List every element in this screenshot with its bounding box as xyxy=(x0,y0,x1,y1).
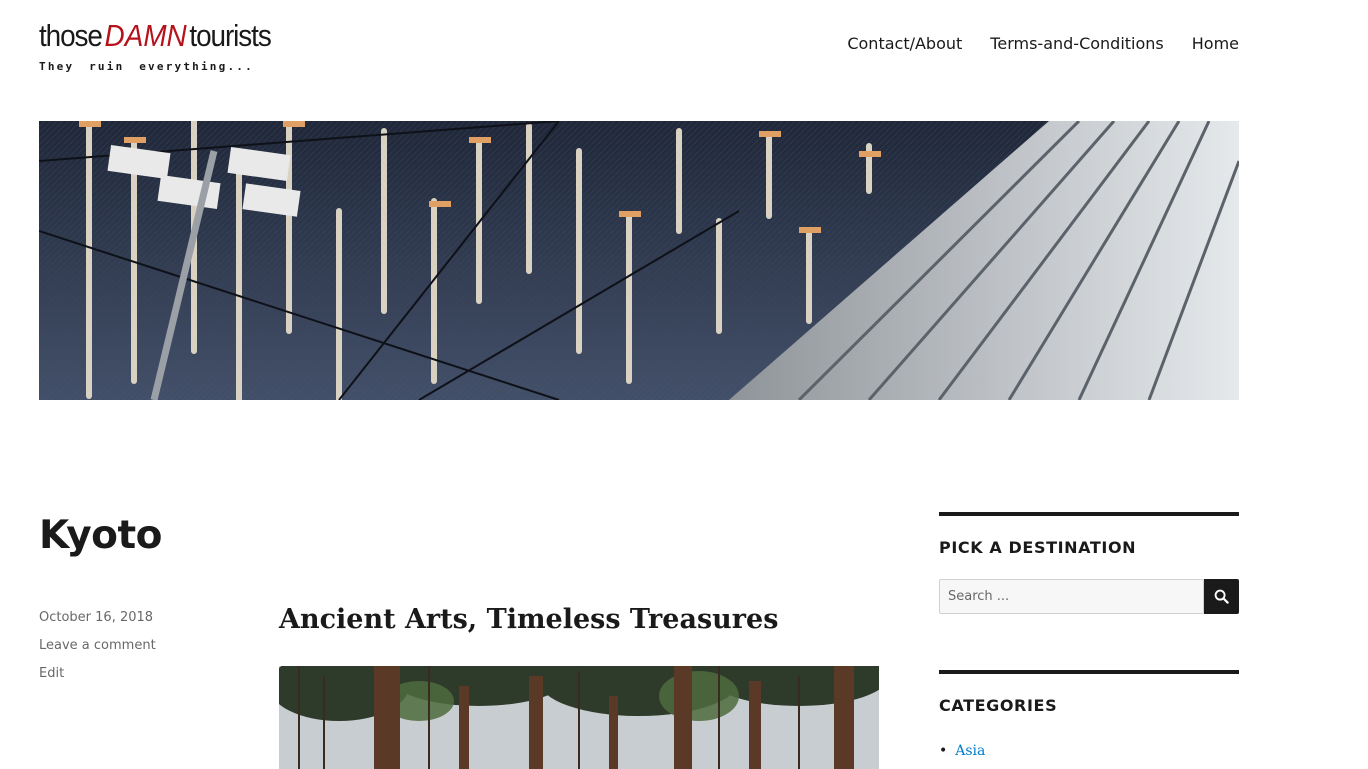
search-input[interactable] xyxy=(939,579,1204,614)
edit-post-link[interactable]: Edit xyxy=(39,660,156,688)
nav-terms-and-conditions[interactable]: Terms-and-Conditions xyxy=(990,33,1163,55)
logo-wordmark: thoseDAMNtourists xyxy=(39,18,272,54)
search-icon xyxy=(1214,589,1229,604)
logo-text-those: those xyxy=(39,18,103,53)
category-link-asia[interactable]: Asia xyxy=(955,743,985,759)
main-navigation: Contact/About Terms-and-Conditions Home xyxy=(847,33,1239,55)
header-image xyxy=(39,121,1239,400)
pick-destination-title: PICK A DESTINATION xyxy=(939,538,1137,557)
post-date-link[interactable]: October 16, 2018 xyxy=(39,604,156,632)
post-image xyxy=(279,666,879,769)
list-item: Asia xyxy=(939,739,985,763)
entry-title: Ancient Arts, Timeless Treasures xyxy=(279,604,779,635)
categories-title: CATEGORIES xyxy=(939,696,1058,715)
nav-home[interactable]: Home xyxy=(1192,33,1239,55)
logo-text-tourists: tourists xyxy=(189,18,271,53)
pick-destination-widget: PICK A DESTINATION xyxy=(939,512,1239,614)
leave-comment-link[interactable]: Leave a comment xyxy=(39,632,156,660)
nav-contact-about[interactable]: Contact/About xyxy=(847,33,962,55)
site-tagline: They ruin everything... xyxy=(39,60,254,73)
logo-text-damn: DAMN xyxy=(104,18,187,53)
category-list: Asia xyxy=(939,739,985,763)
page-title: Kyoto xyxy=(39,513,162,558)
search-button[interactable] xyxy=(1204,579,1239,614)
site-logo[interactable]: thoseDAMNtourists They ruin everything..… xyxy=(39,18,279,78)
post-meta: October 16, 2018 Leave a comment Edit xyxy=(39,604,156,688)
search-form xyxy=(939,579,1239,614)
categories-widget: CATEGORIES Asia xyxy=(939,670,1239,759)
